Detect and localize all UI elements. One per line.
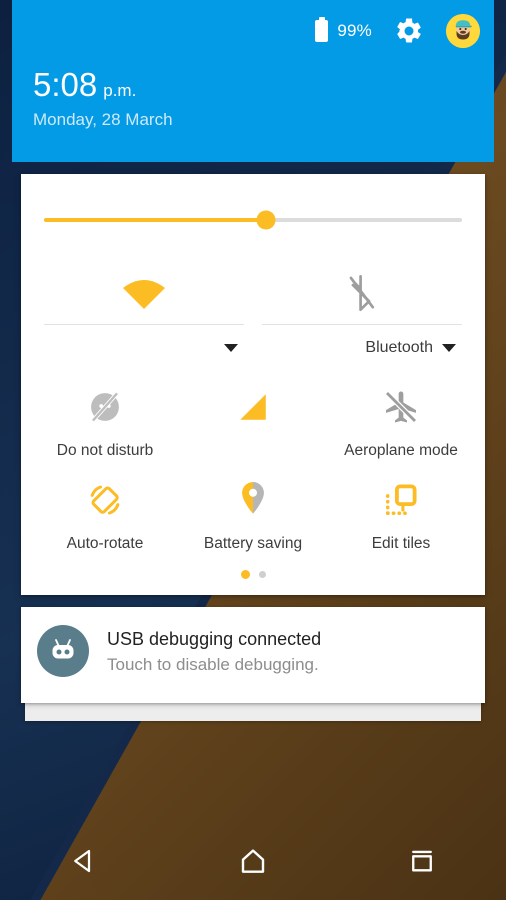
page-dot-2[interactable] bbox=[258, 570, 266, 578]
wifi-expand-row[interactable] bbox=[44, 325, 244, 371]
auto-rotate-icon-area bbox=[85, 478, 125, 522]
page-indicator bbox=[21, 559, 485, 589]
clock-time: 5:08 bbox=[33, 66, 98, 103]
navigation-bar bbox=[0, 822, 506, 900]
aeroplane-icon-area bbox=[381, 385, 421, 429]
battery-full-icon bbox=[315, 17, 329, 42]
battery-percent-label: 99% bbox=[337, 21, 372, 40]
quick-settings-header: 99% 5:08 p.m. Monday, 28 March bbox=[12, 0, 494, 162]
bluetooth-expand-row[interactable]: Bluetooth bbox=[262, 325, 462, 371]
notification-text-block: USB debugging connected Touch to disable… bbox=[107, 625, 321, 677]
brightness-slider[interactable] bbox=[21, 174, 485, 266]
auto-rotate-label: Auto-rotate bbox=[66, 535, 144, 552]
brightness-fill bbox=[44, 218, 266, 222]
do-not-disturb-icon bbox=[91, 392, 119, 422]
avatar-face-icon bbox=[446, 14, 480, 48]
do-not-disturb-label: Do not disturb bbox=[56, 442, 154, 459]
cyanogenmod-robot-icon bbox=[37, 625, 89, 677]
brightness-thumb[interactable] bbox=[256, 210, 276, 230]
qs-tile-aeroplane-mode[interactable]: Aeroplane mode bbox=[327, 371, 475, 464]
edit-tiles-icon bbox=[385, 484, 417, 516]
notification-card-usb-debugging[interactable]: USB debugging connected Touch to disable… bbox=[21, 607, 485, 703]
battery-status: 99% bbox=[315, 17, 372, 42]
tile-row-1: Do not disturb Aeroplane mode bbox=[21, 371, 485, 464]
aeroplane-off-icon bbox=[385, 391, 417, 423]
status-bar-row: 99% bbox=[315, 14, 480, 48]
back-icon bbox=[74, 849, 91, 873]
qs-tile-cellular-signal[interactable] bbox=[179, 371, 327, 464]
nav-back-button[interactable] bbox=[52, 829, 116, 893]
clock-date: Monday, 28 March bbox=[33, 110, 173, 129]
edit-tiles-icon-area bbox=[382, 478, 420, 522]
time-row: 5:08 p.m. bbox=[33, 68, 173, 101]
signal-bars-icon bbox=[240, 394, 266, 420]
notification-stack: USB debugging connected Touch to disable… bbox=[21, 607, 485, 721]
bluetooth-icon-area[interactable] bbox=[262, 262, 462, 324]
do-not-disturb-icon-area bbox=[86, 385, 124, 429]
nav-home-button[interactable] bbox=[221, 829, 285, 893]
qs-tile-wifi[interactable] bbox=[35, 262, 253, 371]
robot-head-icon bbox=[52, 639, 74, 659]
qs-tile-auto-rotate[interactable]: Auto-rotate bbox=[31, 464, 179, 557]
connectivity-row: Bluetooth bbox=[21, 262, 485, 371]
edit-tiles-label: Edit tiles bbox=[371, 535, 431, 552]
clock-ampm: p.m. bbox=[103, 81, 137, 100]
battery-saving-label: Battery saving bbox=[203, 535, 303, 552]
aeroplane-mode-label: Aeroplane mode bbox=[344, 442, 458, 459]
qs-tile-battery-saving[interactable]: Battery saving bbox=[179, 464, 327, 557]
notification-shade: 99% 5:08 p.m. Monday, 28 March Bluetooth… bbox=[12, 0, 494, 721]
tile-row-2: Auto-rotate Battery saving Edit tiles bbox=[21, 464, 485, 557]
signal-bars-icon-area bbox=[235, 385, 271, 429]
notification-title: USB debugging connected bbox=[107, 629, 322, 649]
bluetooth-off-icon bbox=[349, 274, 375, 312]
recents-icon bbox=[411, 850, 432, 872]
qs-tile-do-not-disturb[interactable]: Do not disturb bbox=[31, 371, 179, 464]
brightness-track[interactable] bbox=[44, 210, 462, 230]
notification-subtitle: Touch to disable debugging. bbox=[107, 655, 319, 675]
nav-recents-button[interactable] bbox=[390, 829, 454, 893]
page-dot-1-active[interactable] bbox=[240, 569, 250, 579]
user-avatar[interactable] bbox=[446, 14, 480, 48]
wifi-icon bbox=[123, 280, 165, 309]
settings-button[interactable] bbox=[394, 16, 424, 46]
gear-icon bbox=[397, 18, 421, 43]
battery-saving-icon-area bbox=[236, 478, 270, 522]
qs-tile-bluetooth[interactable]: Bluetooth bbox=[253, 262, 471, 371]
chevron-down-icon[interactable] bbox=[224, 344, 238, 352]
qs-tile-edit-tiles[interactable]: Edit tiles bbox=[327, 464, 475, 557]
chevron-down-icon[interactable] bbox=[442, 344, 456, 352]
wifi-icon-area[interactable] bbox=[44, 262, 244, 324]
quick-settings-panel: Bluetooth Do not disturb Aeroplane mode … bbox=[21, 174, 485, 595]
clock-block: 5:08 p.m. Monday, 28 March bbox=[33, 68, 173, 130]
location-pin-icon bbox=[242, 482, 264, 514]
bluetooth-label: Bluetooth bbox=[365, 339, 433, 356]
home-icon bbox=[241, 849, 265, 873]
auto-rotate-icon bbox=[90, 485, 120, 515]
